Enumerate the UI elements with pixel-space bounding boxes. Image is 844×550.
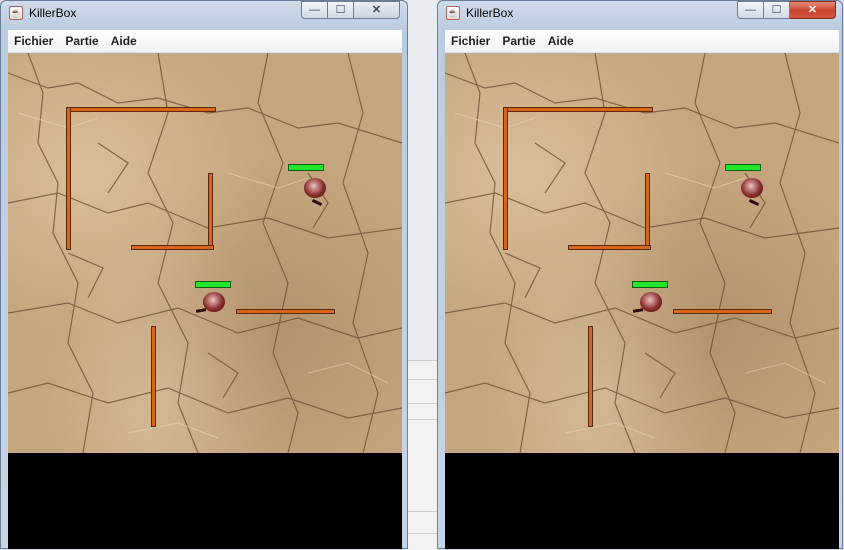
status-area xyxy=(445,453,839,549)
maximize-button[interactable]: ☐ xyxy=(764,1,790,19)
wall xyxy=(236,309,335,314)
menu-fichier[interactable]: Fichier xyxy=(445,34,496,48)
client-area: Fichier Partie Aide xyxy=(445,30,839,549)
enemy-health-bar xyxy=(288,164,324,171)
window-controls: — ☐ ✕ xyxy=(737,1,836,21)
player-health-bar xyxy=(195,281,231,288)
close-button[interactable]: ✕ xyxy=(354,1,400,19)
wall xyxy=(645,173,650,249)
wall xyxy=(131,245,214,250)
minimize-button[interactable]: — xyxy=(301,1,328,19)
minimize-button[interactable]: — xyxy=(737,1,764,19)
wall xyxy=(66,107,216,112)
wall xyxy=(503,107,653,112)
wall xyxy=(208,173,213,249)
wall xyxy=(151,326,156,427)
game-field[interactable] xyxy=(445,53,839,453)
wall xyxy=(66,107,71,250)
menu-aide[interactable]: Aide xyxy=(105,34,143,48)
window-title: KillerBox xyxy=(466,6,514,20)
player-health-bar xyxy=(632,281,668,288)
menu-bar: Fichier Partie Aide xyxy=(445,30,839,53)
menu-partie[interactable]: Partie xyxy=(496,34,541,48)
game-field[interactable] xyxy=(8,53,402,453)
window-title: KillerBox xyxy=(29,6,77,20)
window-controls: — ☐ ✕ xyxy=(301,1,400,21)
background-window-fragment xyxy=(405,360,439,550)
menu-fichier[interactable]: Fichier xyxy=(8,34,59,48)
player-box[interactable] xyxy=(203,292,225,312)
wall xyxy=(588,326,593,427)
enemy-box[interactable] xyxy=(304,178,326,198)
wall xyxy=(568,245,651,250)
killerbox-window-left: ☕ KillerBox — ☐ ✕ Fichier Partie Aide xyxy=(0,0,408,549)
menu-partie[interactable]: Partie xyxy=(59,34,104,48)
maximize-button[interactable]: ☐ xyxy=(328,1,354,19)
wall xyxy=(673,309,772,314)
java-cup-icon[interactable]: ☕ xyxy=(9,6,23,20)
menu-bar: Fichier Partie Aide xyxy=(8,30,402,53)
status-area xyxy=(8,453,402,549)
enemy-health-bar xyxy=(725,164,761,171)
title-bar[interactable]: ☕ KillerBox — ☐ ✕ xyxy=(1,1,407,27)
wall xyxy=(503,107,508,250)
java-cup-icon[interactable]: ☕ xyxy=(446,6,460,20)
close-button[interactable]: ✕ xyxy=(790,1,836,19)
menu-aide[interactable]: Aide xyxy=(542,34,580,48)
enemy-box[interactable] xyxy=(741,178,763,198)
killerbox-window-right: ☕ KillerBox — ☐ ✕ Fichier Partie Aide xyxy=(437,0,843,549)
title-bar[interactable]: ☕ KillerBox — ☐ ✕ xyxy=(438,1,842,27)
client-area: Fichier Partie Aide xyxy=(8,30,402,549)
player-box[interactable] xyxy=(640,292,662,312)
